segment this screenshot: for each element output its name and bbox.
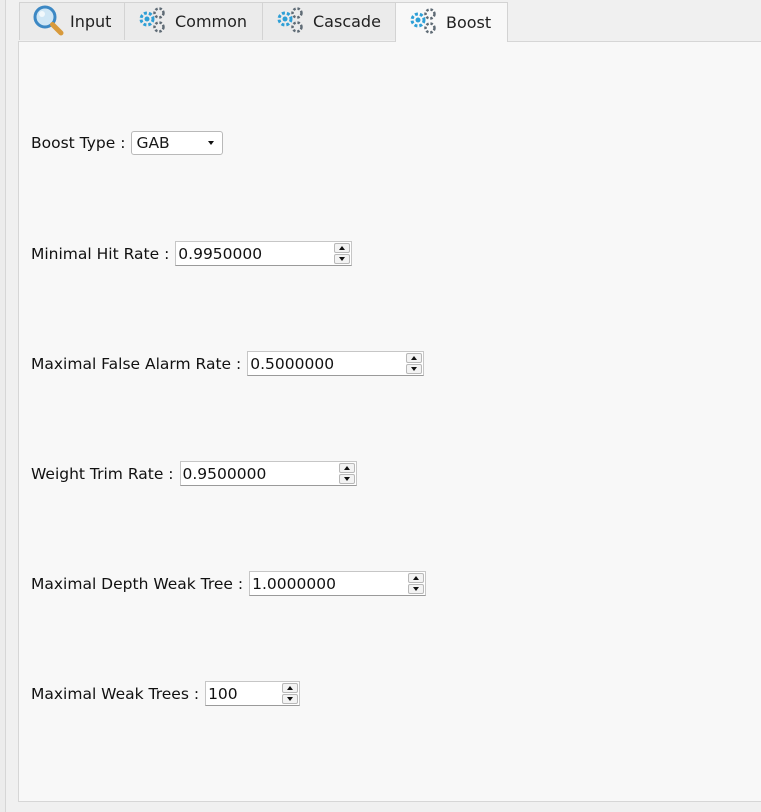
min-hit-rate-row: Minimal Hit Rate : <box>31 241 353 266</box>
spin-down-button[interactable] <box>406 364 423 374</box>
spin-up-button[interactable] <box>282 683 299 693</box>
min-hit-rate-label: Minimal Hit Rate : <box>31 244 170 263</box>
boost-type-value: GAB <box>136 134 170 152</box>
max-weak-trees-spinbox <box>205 681 301 706</box>
spin-down-button[interactable] <box>334 254 351 264</box>
max-depth-label: Maximal Depth Weak Tree : <box>31 574 244 593</box>
boost-panel: Boost Type : GAB Minimal Hit Rate : Maxi… <box>18 41 761 802</box>
arrow-up-icon <box>339 246 346 250</box>
max-weak-trees-row: Maximal Weak Trees : <box>31 681 301 706</box>
boost-type-label: Boost Type : <box>31 134 126 152</box>
spin-up-button[interactable] <box>334 243 351 253</box>
tab-input[interactable]: Input <box>19 2 125 40</box>
spin-up-button[interactable] <box>338 463 355 473</box>
spin-buttons <box>334 243 351 264</box>
max-false-alarm-label: Maximal False Alarm Rate : <box>31 354 242 373</box>
arrow-up-icon <box>287 686 294 690</box>
arrow-down-icon <box>339 257 346 261</box>
max-false-alarm-spinbox <box>247 351 425 376</box>
gears-icon <box>137 5 171 39</box>
spin-up-button[interactable] <box>408 573 425 583</box>
min-hit-rate-spinbox <box>175 241 353 266</box>
max-weak-trees-label: Maximal Weak Trees : <box>31 684 200 703</box>
arrow-down-icon <box>287 697 294 701</box>
weight-trim-spinbox <box>179 461 357 486</box>
arrow-up-icon <box>343 466 350 470</box>
tab-common[interactable]: Common <box>124 2 263 40</box>
spin-down-button[interactable] <box>282 694 299 704</box>
tab-cascade[interactable]: Cascade <box>262 2 396 40</box>
arrow-down-icon <box>343 477 350 481</box>
spin-buttons <box>282 683 299 704</box>
max-false-alarm-input[interactable] <box>248 352 407 375</box>
max-depth-spinbox <box>249 571 427 596</box>
spin-down-button[interactable] <box>338 474 355 484</box>
tab-cascade-label: Cascade <box>313 12 381 31</box>
spin-buttons <box>338 463 355 484</box>
boost-type-select[interactable]: GAB <box>131 131 224 155</box>
gears-icon <box>275 5 309 39</box>
spin-buttons <box>408 573 425 594</box>
chevron-down-icon <box>208 141 215 145</box>
max-depth-input[interactable] <box>250 572 409 595</box>
max-depth-row: Maximal Depth Weak Tree : <box>31 571 427 596</box>
spin-down-button[interactable] <box>408 584 425 594</box>
tab-common-label: Common <box>175 12 248 31</box>
max-weak-trees-input[interactable] <box>206 682 283 705</box>
tab-bar: Input Common Cascade Boost <box>19 2 508 42</box>
weight-trim-input[interactable] <box>180 462 339 485</box>
gears-icon <box>408 6 442 40</box>
weight-trim-row: Weight Trim Rate : <box>31 461 357 486</box>
min-hit-rate-input[interactable] <box>176 242 335 265</box>
weight-trim-label: Weight Trim Rate : <box>31 464 174 483</box>
tab-input-label: Input <box>70 12 112 31</box>
tab-boost[interactable]: Boost <box>395 2 508 42</box>
max-false-alarm-row: Maximal False Alarm Rate : <box>31 351 425 376</box>
tab-boost-label: Boost <box>446 13 492 32</box>
arrow-down-icon <box>413 587 420 591</box>
spin-buttons <box>406 353 423 374</box>
boost-type-row: Boost Type : GAB <box>31 131 224 155</box>
arrow-up-icon <box>413 576 420 580</box>
spin-up-button[interactable] <box>406 353 423 363</box>
search-icon <box>32 4 66 40</box>
arrow-down-icon <box>411 367 418 371</box>
arrow-up-icon <box>411 356 418 360</box>
left-window-edge <box>0 0 6 812</box>
